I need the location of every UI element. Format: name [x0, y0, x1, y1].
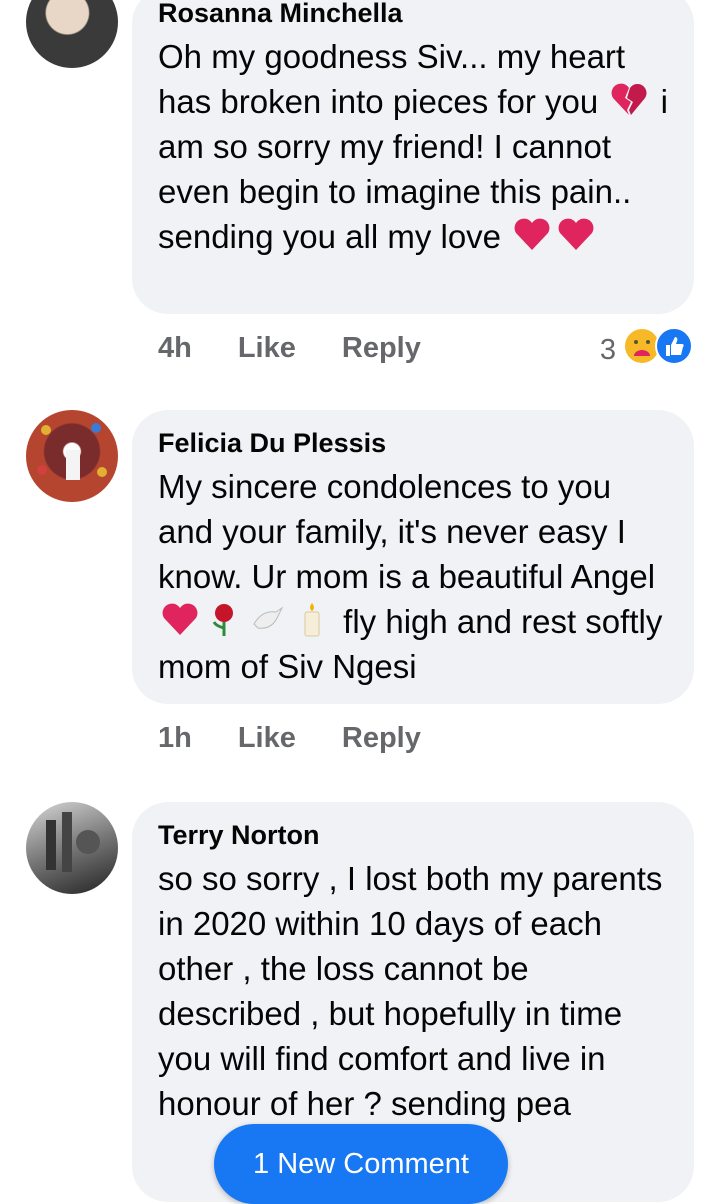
candle-icon: [292, 600, 332, 638]
broken-heart-icon: [609, 80, 649, 118]
avatar[interactable]: [26, 0, 118, 68]
reply-button[interactable]: Reply: [342, 332, 421, 365]
red-heart-icon: [512, 215, 552, 253]
red-heart-icon: [160, 600, 200, 638]
reaction-count: 3: [599, 333, 616, 366]
comment-author[interactable]: Rosanna Minchella: [158, 0, 668, 30]
comment-text: Oh my goodness Siv... my heart has broke…: [158, 34, 668, 259]
comment-author[interactable]: Terry Norton: [158, 818, 668, 852]
comment-text: My sincere condolences to you and your f…: [158, 464, 668, 689]
avatar[interactable]: [26, 410, 118, 502]
like-button[interactable]: Like: [238, 332, 296, 365]
reply-button[interactable]: Reply: [342, 722, 421, 755]
new-comment-button[interactable]: 1 New Comment: [214, 1124, 508, 1204]
comment-author[interactable]: Felicia Du Plessis: [158, 426, 668, 460]
like-emoji-icon: [654, 326, 694, 374]
comment-actions: 1h Like Reply: [158, 718, 421, 758]
comment-text-part: Oh my goodness Siv... my heart has broke…: [158, 38, 626, 120]
like-button[interactable]: Like: [238, 722, 296, 755]
dove-icon: [248, 600, 288, 638]
comment-actions: 4h Like Reply: [158, 328, 421, 368]
rose-icon: [204, 600, 244, 638]
avatar[interactable]: [26, 802, 118, 894]
comment-bubble[interactable]: Rosanna Minchella Oh my goodness Siv... …: [132, 0, 694, 314]
red-heart-icon: [556, 215, 596, 253]
comment-text: so so sorry , I lost both my parents in …: [158, 860, 663, 1122]
comment-timestamp[interactable]: 4h: [158, 332, 192, 365]
comment-bubble[interactable]: Felicia Du Plessis My sincere condolence…: [132, 410, 694, 704]
reaction-summary[interactable]: 3: [600, 326, 694, 374]
comment-text-part: My sincere condolences to you and your f…: [158, 468, 656, 595]
comment-timestamp[interactable]: 1h: [158, 722, 192, 755]
